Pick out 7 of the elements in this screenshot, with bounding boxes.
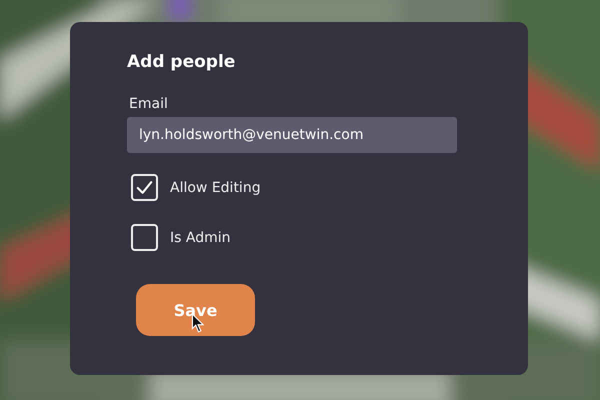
dialog-title: Add people <box>127 51 236 74</box>
email-field[interactable]: lyn.holdsworth@venuetwin.com <box>127 117 457 153</box>
checkbox[interactable] <box>131 174 158 201</box>
checkbox[interactable] <box>131 224 158 251</box>
field-label: Email <box>129 95 168 113</box>
checkbox-label: Is Admin <box>170 230 230 246</box>
checkbox-label: Allow Editing <box>170 180 261 196</box>
